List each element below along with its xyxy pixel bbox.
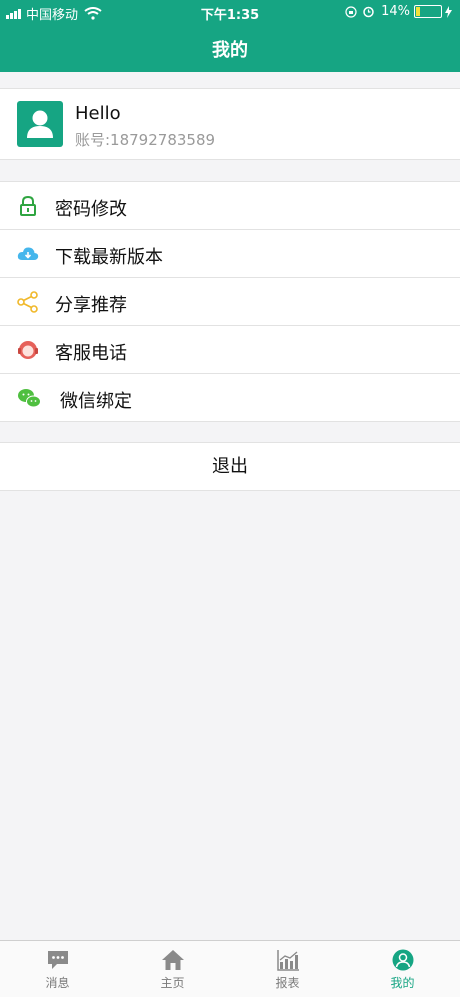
tab-label: 主页	[160, 976, 185, 990]
battery-icon	[414, 5, 442, 18]
menu-label: 微信绑定	[60, 391, 132, 412]
tab-bar: 消息 主页 报表 我的	[0, 940, 460, 997]
user-icon	[392, 949, 414, 971]
wechat-icon	[18, 389, 41, 408]
tab-label: 消息	[45, 976, 70, 990]
lock-icon	[20, 195, 36, 216]
menu-label: 密码修改	[55, 199, 127, 220]
settings-menu: 密码修改 下载最新版本 分享推荐 客服电话 微信绑定	[0, 181, 460, 422]
battery-percent: 14%	[381, 4, 410, 19]
tab-messages[interactable]: 消息	[0, 941, 115, 997]
home-icon	[162, 950, 184, 970]
status-right: 14%	[345, 4, 452, 19]
menu-item-password[interactable]: 密码修改	[0, 182, 460, 230]
tab-home[interactable]: 主页	[115, 941, 230, 997]
tab-label: 报表	[275, 976, 300, 990]
alarm-icon	[363, 6, 374, 18]
profile-account: 账号:18792783589	[75, 131, 216, 149]
logout-button[interactable]: 退出	[0, 442, 460, 491]
menu-item-share[interactable]: 分享推荐	[0, 278, 460, 326]
message-icon	[48, 951, 68, 969]
chart-icon	[277, 950, 299, 971]
page-title: 我的	[212, 40, 248, 61]
menu-item-hotline[interactable]: 客服电话	[0, 326, 460, 374]
menu-label: 分享推荐	[55, 295, 127, 316]
tab-reports[interactable]: 报表	[230, 941, 345, 997]
status-bar: 中国移动 下午1:35 14%	[0, 0, 460, 24]
menu-label: 下载最新版本	[55, 247, 163, 268]
user-icon	[27, 110, 53, 138]
orientation-lock-icon	[345, 5, 357, 18]
cloud-download-icon	[17, 247, 39, 260]
menu-item-wechat[interactable]: 微信绑定	[0, 374, 460, 421]
profile-name: Hello	[75, 103, 121, 124]
tab-label: 我的	[390, 976, 415, 990]
customer-service-icon	[18, 341, 38, 359]
charging-icon	[445, 5, 452, 18]
app-header: 中国移动 下午1:35 14% 我的	[0, 0, 460, 72]
menu-item-download[interactable]: 下载最新版本	[0, 230, 460, 278]
menu-label: 客服电话	[55, 343, 127, 364]
tab-profile[interactable]: 我的	[345, 941, 460, 997]
avatar[interactable]	[17, 101, 63, 147]
share-icon	[17, 291, 38, 313]
profile-card[interactable]: Hello 账号:18792783589	[0, 88, 460, 160]
